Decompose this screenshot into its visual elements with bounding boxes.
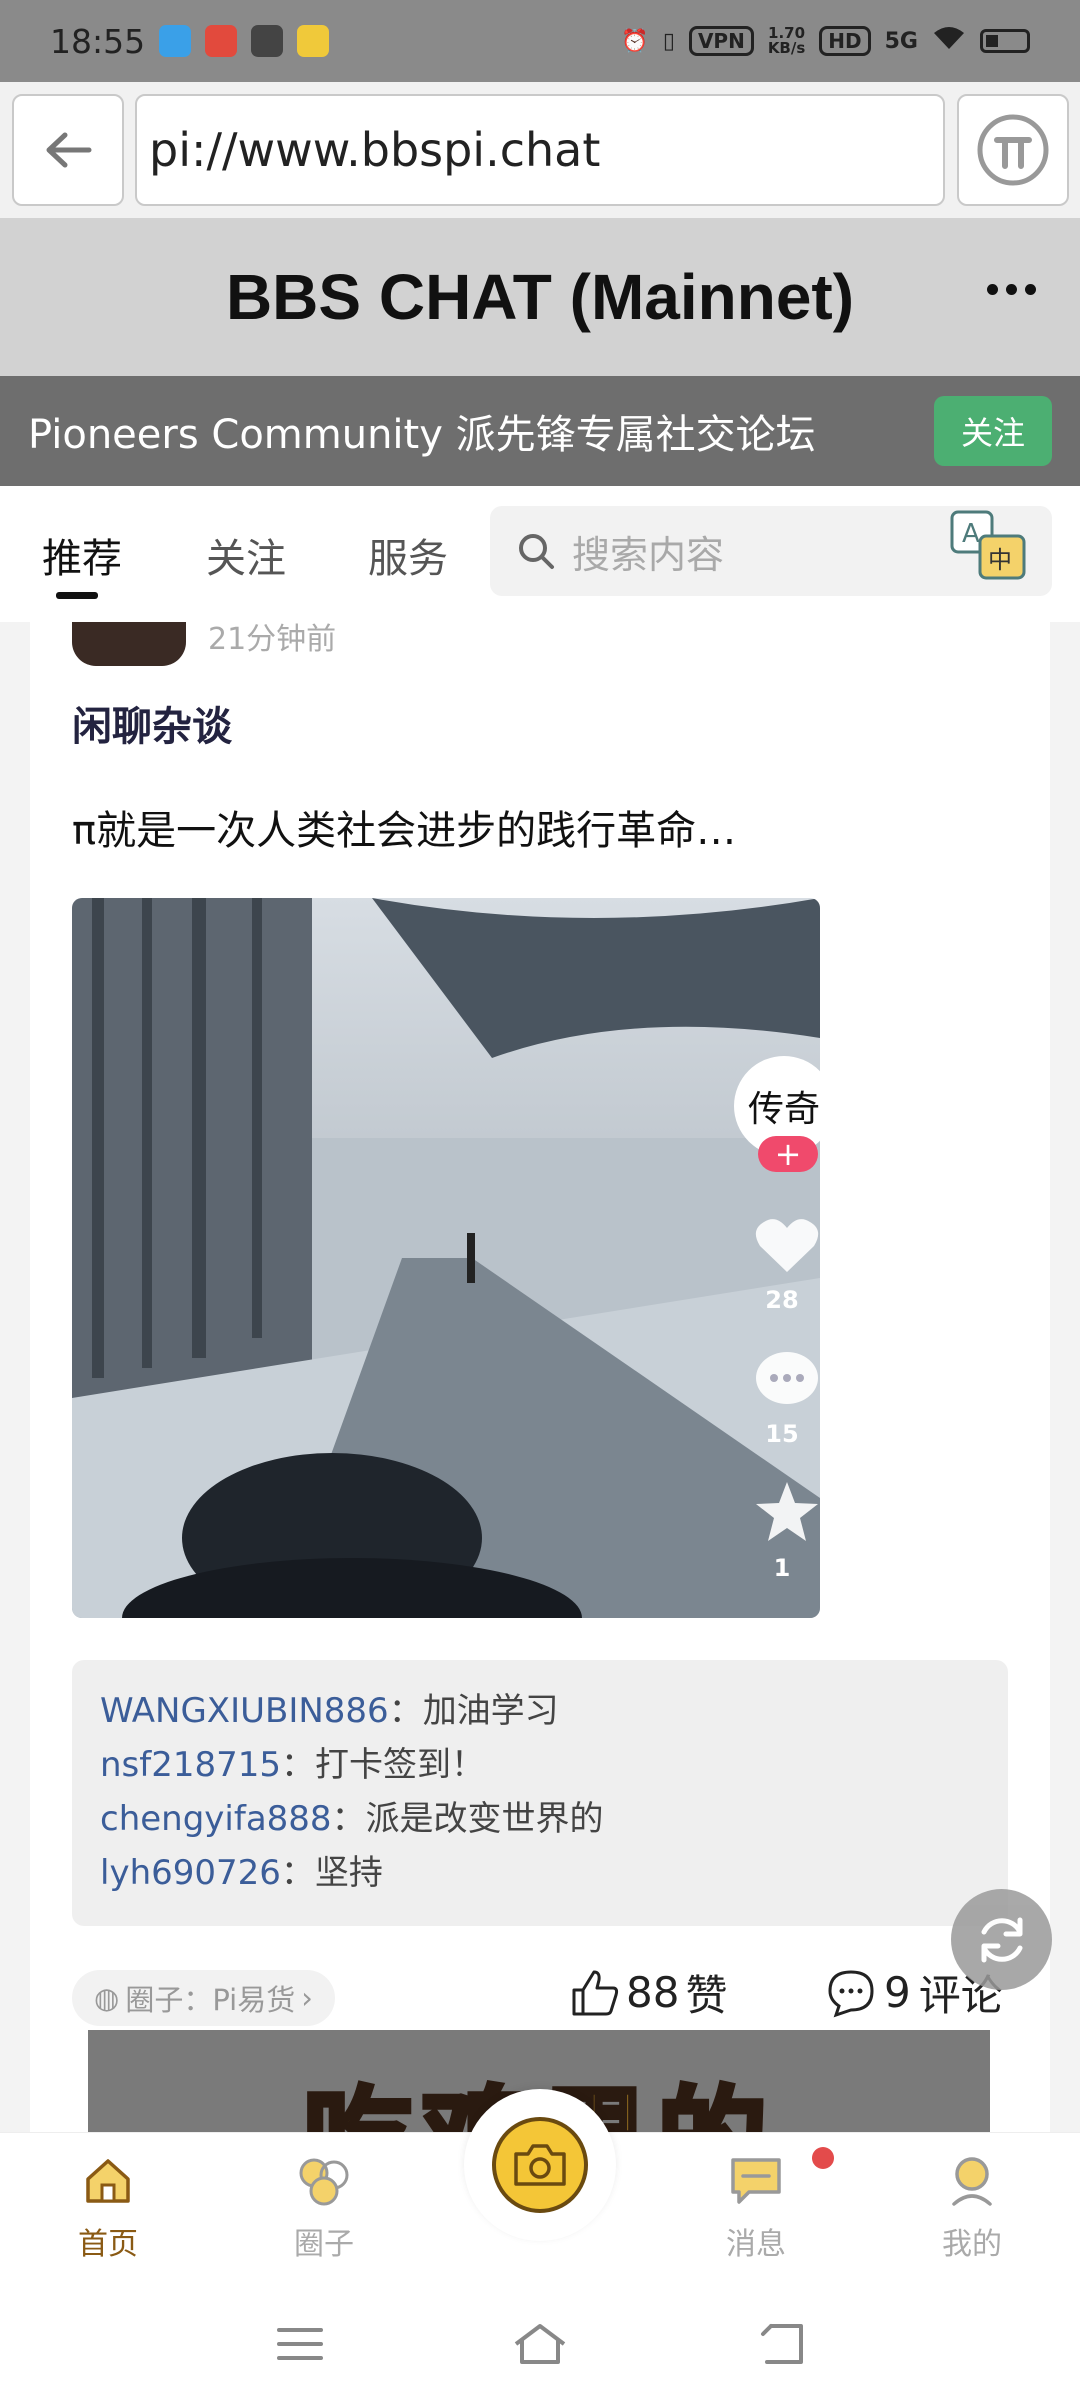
system-back-button[interactable] <box>752 2322 812 2366</box>
circles-icon <box>299 2158 349 2206</box>
comment-text: 加油学习 <box>422 1691 559 1731</box>
browser-url-bar: pi://www.bbspi.chat <box>0 82 1080 218</box>
feed-tabs: 推荐 关注 服务 搜索内容 A 中 <box>0 486 1080 622</box>
tab-recommend[interactable]: 推荐 <box>42 526 122 584</box>
signal-icon: 5G <box>884 28 918 54</box>
translate-icon[interactable]: A 中 <box>950 510 1028 582</box>
vpn-badge: VPN <box>688 26 754 56</box>
unread-badge <box>812 2147 834 2169</box>
alarm-icon: ⏰ <box>621 28 649 54</box>
community-title: Pioneers Community 派先锋专属社交论坛 <box>28 412 816 458</box>
comment-item: chengyifa888：派是改变世界的 <box>100 1799 604 1839</box>
post-time: 21分钟前 <box>208 622 337 657</box>
search-placeholder: 搜索内容 <box>572 532 725 577</box>
post-card[interactable]: 21分钟前 闲聊杂谈 π就是一次人类社会进步的践行革命… 传奇 + 28 15 … <box>30 622 1050 2132</box>
video-like-count: 28 <box>765 1286 799 1314</box>
battery-icon <box>980 29 1030 53</box>
nav-circles[interactable]: 圈子 <box>264 2151 384 2263</box>
svg-text:A: A <box>962 519 980 549</box>
comment-preview[interactable]: WANGXIUBIN886：加油学习 nsf218715：打卡签到！ cheng… <box>72 1660 1008 1926</box>
like-label: 赞 <box>685 1971 728 2020</box>
video-favorite-count: 1 <box>773 1554 791 1582</box>
like-button[interactable]: 88 赞 <box>570 1962 727 2023</box>
avatar[interactable] <box>72 622 186 666</box>
camera-button[interactable] <box>464 2089 616 2241</box>
comment-user[interactable]: WANGXIUBIN886 <box>100 1691 389 1731</box>
pi-logo-icon <box>977 114 1049 186</box>
tab-services[interactable]: 服务 <box>368 526 448 584</box>
active-tab-indicator <box>56 592 98 599</box>
follow-author-button[interactable]: + <box>758 1136 818 1172</box>
feed[interactable]: 21分钟前 闲聊杂谈 π就是一次人类社会进步的践行革命… 传奇 + 28 15 … <box>0 622 1080 2132</box>
refresh-icon <box>981 1917 1022 1962</box>
arrow-left-icon <box>46 132 92 168</box>
post-category[interactable]: 闲聊杂谈 <box>72 694 232 752</box>
menu-icon <box>277 2328 323 2360</box>
refresh-button[interactable] <box>951 1889 1052 1990</box>
home-button[interactable] <box>510 2322 570 2366</box>
follow-button[interactable]: 关注 <box>934 396 1052 466</box>
back-button[interactable] <box>12 94 124 206</box>
nav-messages[interactable]: 消息 <box>696 2151 816 2263</box>
system-navigation-bar <box>0 2282 1080 2400</box>
like-count: 88 <box>626 1968 680 2017</box>
chevron-right-icon: › <box>301 1981 313 2015</box>
wifi-icon <box>932 25 966 57</box>
comment-item: lyh690726：坚持 <box>100 1853 383 1893</box>
profile-icon <box>952 2157 992 2206</box>
search-input[interactable]: 搜索内容 A 中 <box>490 506 1052 596</box>
nav-profile[interactable]: 我的 <box>912 2151 1032 2263</box>
comment-bubble-icon[interactable] <box>754 1350 820 1412</box>
camera-icon <box>514 2144 566 2186</box>
circle-tag-label: 圈子：Pi易货 <box>125 1983 296 2017</box>
tab-following[interactable]: 关注 <box>206 526 286 584</box>
circle-tag[interactable]: ◍ 圈子：Pi易货 › <box>72 1970 335 2026</box>
home-icon <box>86 2159 130 2203</box>
comment-text: 派是改变世界的 <box>365 1799 604 1839</box>
comment-user[interactable]: nsf218715 <box>100 1745 281 1785</box>
search-icon <box>519 534 554 569</box>
heart-icon[interactable] <box>754 1216 820 1276</box>
community-banner: Pioneers Community 派先锋专属社交论坛 关注 <box>0 376 1080 486</box>
bottom-navigation: 首页 圈子 消息 我的 <box>0 2089 1080 2282</box>
circle-icon: ◍ <box>94 1981 120 2015</box>
comment-count: 9 <box>884 1968 911 2017</box>
hd-badge: HD <box>819 26 871 56</box>
video-thumbnail[interactable]: 传奇 + 28 15 1 <box>72 898 820 1618</box>
network-speed: 1.70 KB/s <box>767 24 806 57</box>
back-arrow-icon <box>761 2324 803 2364</box>
status-time: 18:55 <box>50 21 146 61</box>
comment-icon <box>828 1969 874 2017</box>
comment-user[interactable]: chengyifa888 <box>100 1799 332 1839</box>
snow-scene-image <box>72 898 820 1618</box>
message-icon <box>731 2158 781 2204</box>
app-notification-icon <box>205 25 238 57</box>
recent-apps-button[interactable] <box>270 2322 330 2366</box>
app-notification-icon <box>159 25 192 57</box>
comment-item: nsf218715：打卡签到！ <box>100 1745 486 1785</box>
home-outline-icon <box>514 2324 566 2364</box>
app-notification-icon <box>297 25 330 57</box>
post-text[interactable]: π就是一次人类社会进步的践行革命… <box>72 798 736 856</box>
svg-text:中: 中 <box>988 546 1012 574</box>
star-icon[interactable] <box>754 1480 820 1544</box>
more-options-icon[interactable] <box>987 284 1036 295</box>
url-input[interactable]: pi://www.bbspi.chat <box>135 94 945 206</box>
video-comment-count: 15 <box>765 1420 799 1448</box>
thumbs-up-icon <box>572 1970 619 2015</box>
app-notification-icon <box>251 25 284 57</box>
pi-browser-button[interactable] <box>957 94 1069 206</box>
status-bar: 18:55 ⏰ ▯ VPN 1.70 KB/s HD 5G <box>0 0 1080 82</box>
nav-home[interactable]: 首页 <box>48 2151 168 2263</box>
comment-text: 坚持 <box>314 1853 383 1893</box>
comment-item: WANGXIUBIN886：加油学习 <box>100 1691 559 1731</box>
app-header: BBS CHAT (Mainnet) <box>0 218 1080 376</box>
comment-text: 打卡签到！ <box>315 1745 486 1785</box>
vibrate-icon: ▯ <box>662 28 675 54</box>
page-title: BBS CHAT (Mainnet) <box>225 261 855 333</box>
comment-user[interactable]: lyh690726 <box>100 1853 281 1893</box>
